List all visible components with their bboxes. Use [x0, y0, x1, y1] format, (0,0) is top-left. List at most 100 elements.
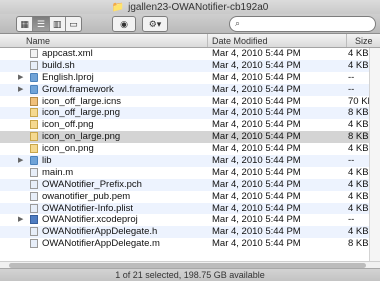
file-size: 8 KB: [348, 107, 369, 119]
file-row[interactable]: icon_on_large.png Mar 4, 2010 5:44 PM 8 KB: [0, 131, 380, 144]
file-size: 4 KB: [348, 202, 369, 214]
file-row[interactable]: appcast.xml Mar 4, 2010 5:44 PM 4 KB: [0, 48, 380, 60]
file-icon: [30, 96, 38, 106]
file-name: owanotifier_pub.pem: [42, 190, 131, 202]
file-size: 4 KB: [348, 166, 369, 178]
file-row[interactable]: OWANotifierAppDelegate.h Mar 4, 2010 5:44…: [0, 226, 380, 239]
file-icon: [30, 191, 38, 201]
file-name: OWANotifier.xcodeproj: [42, 214, 138, 226]
file-name: Growl.framework: [42, 83, 114, 95]
file-row[interactable]: icon_on.png Mar 4, 2010 5:44 PM 4 KB: [0, 143, 380, 155]
toolbar: ▦ ☰ ▥ ▭ ◉ ⚙▾ ⌕: [0, 14, 380, 34]
disclosure-triangle-icon[interactable]: ▶: [18, 85, 23, 93]
search-field: ⌕: [229, 16, 376, 32]
file-name: icon_off_large.png: [42, 107, 120, 119]
file-date: Mar 4, 2010 5:44 PM: [212, 48, 301, 59]
file-date: Mar 4, 2010 5:44 PM: [212, 107, 301, 119]
file-icon: [30, 49, 38, 58]
file-name: lib: [42, 155, 52, 167]
file-row[interactable]: ▶ OWANotifier.xcodeproj Mar 4, 2010 5:44 P…: [0, 214, 380, 226]
file-date: Mar 4, 2010 5:44 PM: [212, 214, 301, 226]
file-row[interactable]: icon_off.png Mar 4, 2010 5:44 PM 4 KB: [0, 119, 380, 131]
file-date: Mar 4, 2010 5:44 PM: [212, 202, 301, 214]
file-row[interactable]: build.sh Mar 4, 2010 5:44 PM 4 KB: [0, 59, 380, 72]
status-text: 1 of 21 selected, 198.75 GB available: [115, 270, 265, 280]
action-menu-button[interactable]: ⚙▾: [142, 16, 168, 32]
coverflow-view-button[interactable]: ▭: [66, 17, 81, 31]
file-size: 4 KB: [348, 48, 369, 59]
xcode-project-icon: [30, 215, 38, 225]
file-icon: [30, 132, 38, 142]
list-view-button[interactable]: ☰: [33, 17, 50, 31]
icon-view-button[interactable]: ▦: [17, 17, 34, 31]
gear-icon: ⚙▾: [148, 18, 162, 29]
file-icon: [30, 167, 38, 177]
file-row[interactable]: icon_off_large.png Mar 4, 2010 5:44 PM 8 K…: [0, 107, 380, 120]
file-size: 4 KB: [348, 119, 369, 131]
file-name: icon_on_large.png: [42, 131, 121, 143]
file-list: appcast.xml Mar 4, 2010 5:44 PM 4 KB build.…: [0, 48, 380, 261]
size-column-header[interactable]: Size: [355, 36, 373, 46]
file-icon: [30, 203, 38, 213]
file-name: OWANotifierAppDelegate.h: [42, 226, 158, 238]
file-row[interactable]: OWANotifier_Prefix.pch Mar 4, 2010 5:44 P…: [0, 178, 380, 191]
file-date: Mar 4, 2010 5:44 PM: [212, 166, 301, 178]
file-icon: [30, 60, 38, 70]
file-size: --: [348, 214, 355, 226]
file-date: Mar 4, 2010 5:44 PM: [212, 59, 301, 71]
file-row[interactable]: OWANotifier-Info.plist Mar 4, 2010 5:44 P…: [0, 202, 380, 215]
folder-icon: [30, 156, 38, 166]
file-row[interactable]: ▶ lib Mar 4, 2010 5:44 PM --: [0, 155, 380, 167]
file-name: main.m: [42, 166, 74, 178]
column-divider[interactable]: [346, 34, 347, 47]
vertical-scrollbar[interactable]: [369, 48, 380, 261]
file-date: Mar 4, 2010 5:44 PM: [212, 190, 301, 202]
file-size: 8 KB: [348, 131, 369, 143]
file-size: 4 KB: [348, 143, 369, 155]
file-icon: [30, 144, 38, 154]
column-view-button[interactable]: ▥: [50, 17, 66, 31]
file-row[interactable]: owanotifier_pub.pem Mar 4, 2010 5:44 PM 4 …: [0, 191, 380, 203]
file-date: Mar 4, 2010 5:44 PM: [212, 83, 301, 95]
quick-look-button[interactable]: ◉: [112, 16, 136, 32]
file-name: appcast.xml: [42, 48, 93, 59]
file-name: OWANotifier_Prefix.pch: [42, 178, 142, 190]
file-row[interactable]: icon_off_large.icns Mar 4, 2010 5:44 PM 70…: [0, 96, 380, 108]
file-size: --: [348, 83, 355, 95]
disclosure-triangle-icon[interactable]: ▶: [18, 156, 23, 164]
file-icon: [30, 227, 38, 237]
disclosure-triangle-icon[interactable]: ▶: [18, 215, 23, 223]
file-name: OWANotifier-Info.plist: [42, 202, 133, 214]
name-column-header[interactable]: Name: [26, 36, 50, 46]
file-row[interactable]: main.m Mar 4, 2010 5:44 PM 4 KB: [0, 167, 380, 179]
folder-icon: [30, 84, 38, 94]
column-divider[interactable]: [207, 34, 208, 47]
column-header: Name Date Modified Size: [0, 34, 380, 48]
file-row[interactable]: OWANotifierAppDelegate.m Mar 4, 2010 5:44…: [0, 238, 380, 250]
file-size: 4 KB: [348, 190, 369, 202]
status-bar: 1 of 21 selected, 198.75 GB available: [0, 268, 380, 281]
file-size: 4 KB: [348, 226, 369, 238]
file-row[interactable]: ▶ English.lproj Mar 4, 2010 5:44 PM --: [0, 72, 380, 84]
file-icon: [30, 108, 38, 118]
file-size: --: [348, 71, 355, 83]
file-date: Mar 4, 2010 5:44 PM: [212, 155, 301, 167]
file-name: icon_off.png: [42, 119, 94, 131]
file-date: Mar 4, 2010 5:44 PM: [212, 178, 301, 190]
file-name: icon_on.png: [42, 143, 94, 155]
folder-icon: 📁: [111, 1, 125, 13]
file-size: 8 KB: [348, 238, 369, 250]
file-date: Mar 4, 2010 5:44 PM: [212, 238, 301, 250]
search-input[interactable]: [246, 17, 366, 31]
file-name: English.lproj: [42, 71, 94, 83]
file-name: icon_off_large.icns: [42, 95, 122, 107]
file-date: Mar 4, 2010 5:44 PM: [212, 71, 301, 83]
file-name: OWANotifierAppDelegate.m: [42, 238, 160, 250]
file-date: Mar 4, 2010 5:44 PM: [212, 95, 301, 107]
file-date: Mar 4, 2010 5:44 PM: [212, 226, 301, 238]
file-name: build.sh: [42, 59, 75, 71]
file-row[interactable]: ▶ Growl.framework Mar 4, 2010 5:44 PM --: [0, 83, 380, 96]
view-mode-selector: ▦ ☰ ▥ ▭: [16, 16, 82, 32]
date-column-header[interactable]: Date Modified: [212, 36, 268, 46]
disclosure-triangle-icon[interactable]: ▶: [18, 73, 23, 81]
